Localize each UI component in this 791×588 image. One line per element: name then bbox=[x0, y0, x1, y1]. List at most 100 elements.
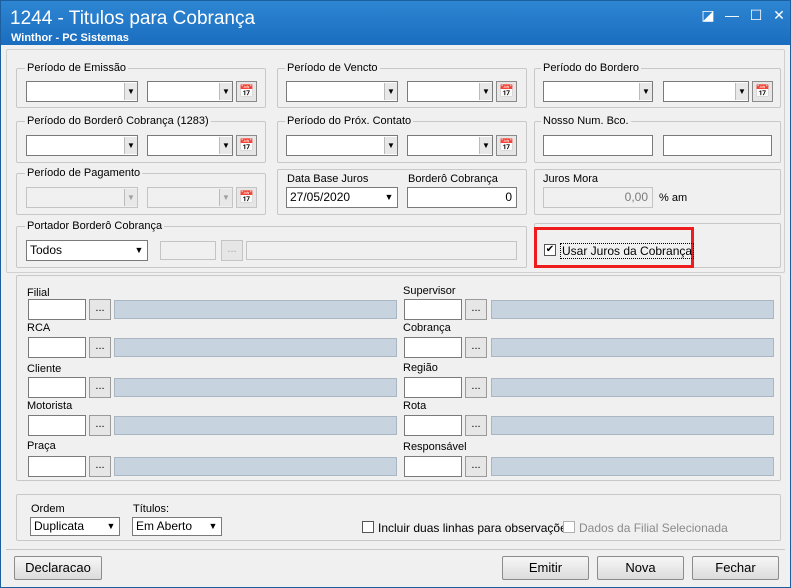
chevron-down-icon[interactable]: ▼ bbox=[639, 83, 652, 100]
chevron-down-icon[interactable]: ▼ bbox=[384, 137, 397, 154]
restore-icon[interactable]: ◪ bbox=[698, 7, 718, 23]
declaracao-button[interactable]: Declaracao bbox=[14, 556, 102, 580]
cliente-input[interactable] bbox=[28, 377, 86, 398]
chevron-down-icon[interactable]: ▼ bbox=[479, 83, 492, 100]
motorista-label: Motorista bbox=[27, 400, 73, 412]
rota-search-button[interactable]: ... bbox=[465, 415, 487, 436]
ordem-value: Duplicata bbox=[34, 519, 85, 533]
titulos-select[interactable]: Em Aberto ▼ bbox=[132, 517, 222, 536]
emissao-start-date[interactable]: ▼ bbox=[26, 81, 138, 102]
chevron-down-icon[interactable]: ▼ bbox=[131, 241, 147, 260]
rota-label: Rota bbox=[403, 400, 427, 412]
filial-input[interactable] bbox=[28, 299, 86, 320]
usar-juros-checkbox[interactable]: ✔ bbox=[544, 244, 556, 256]
nova-button[interactable]: Nova bbox=[597, 556, 684, 580]
chevron-down-icon[interactable]: ▼ bbox=[479, 137, 492, 154]
chevron-down-icon[interactable]: ▼ bbox=[219, 137, 232, 154]
incluir-duas-linhas-checkbox[interactable] bbox=[362, 521, 374, 533]
supervisor-search-button[interactable]: ... bbox=[465, 299, 487, 320]
filial-label: Filial bbox=[27, 287, 50, 299]
chevron-down-icon[interactable]: ▼ bbox=[103, 518, 119, 535]
cobranca-input[interactable] bbox=[404, 337, 462, 358]
fechar-button[interactable]: Fechar bbox=[692, 556, 779, 580]
maximize-icon[interactable]: ☐ bbox=[746, 7, 766, 23]
calendar-icon[interactable]: 📅 bbox=[752, 81, 773, 102]
regiao-search-button[interactable]: ... bbox=[465, 377, 487, 398]
supervisor-input[interactable] bbox=[404, 299, 462, 320]
portador-label: Portador Borderô Cobrança bbox=[25, 220, 165, 232]
periodo-vencto-label: Período de Vencto bbox=[285, 62, 380, 74]
chevron-down-icon[interactable]: ▼ bbox=[384, 83, 397, 100]
filial-desc-field bbox=[114, 300, 397, 319]
periodo-pagamento-label: Período de Pagamento bbox=[25, 167, 143, 179]
emitir-button[interactable]: Emitir bbox=[502, 556, 589, 580]
periodo-bordero-cobranca-label: Período do Borderô Cobrança (1283) bbox=[25, 115, 211, 127]
vencto-end-date[interactable]: ▼ bbox=[407, 81, 493, 102]
main-window: 1244 - Titulos para Cobrança Winthor - P… bbox=[0, 0, 791, 588]
cliente-search-button[interactable]: ... bbox=[89, 377, 111, 398]
vencto-start-date[interactable]: ▼ bbox=[286, 81, 398, 102]
titulos-label: Títulos: bbox=[133, 503, 170, 515]
calendar-icon: 📅 bbox=[236, 187, 257, 208]
bordero-cobranca-input[interactable]: 0 bbox=[407, 187, 517, 208]
responsavel-input[interactable] bbox=[404, 456, 462, 477]
motorista-input[interactable] bbox=[28, 415, 86, 436]
nosso-num-label: Nosso Num. Bco. bbox=[541, 115, 631, 127]
bordero-cobranca-start-date[interactable]: ▼ bbox=[26, 135, 138, 156]
responsavel-desc-field bbox=[491, 457, 774, 476]
titulos-value: Em Aberto bbox=[136, 519, 193, 533]
usar-juros-label[interactable]: Usar Juros da Cobrança bbox=[559, 243, 695, 259]
regiao-input[interactable] bbox=[404, 377, 462, 398]
calendar-icon[interactable]: 📅 bbox=[496, 81, 517, 102]
data-base-juros-label: Data Base Juros bbox=[287, 173, 369, 185]
chevron-down-icon[interactable]: ▼ bbox=[205, 518, 221, 535]
prox-contato-end-date[interactable]: ▼ bbox=[407, 135, 493, 156]
chevron-down-icon[interactable]: ▼ bbox=[124, 137, 137, 154]
chevron-down-icon: ▼ bbox=[124, 189, 137, 206]
portador-value: Todos bbox=[30, 243, 63, 257]
praca-label: Praça bbox=[27, 440, 56, 452]
pagamento-end-date: ▼ bbox=[147, 187, 233, 208]
juros-mora-label: Juros Mora bbox=[543, 173, 599, 185]
bordero-cobranca-end-date[interactable]: ▼ bbox=[147, 135, 233, 156]
cobranca-search-button[interactable]: ... bbox=[465, 337, 487, 358]
calendar-icon[interactable]: 📅 bbox=[496, 135, 517, 156]
responsavel-search-button[interactable]: ... bbox=[465, 456, 487, 477]
title-bar: 1244 - Titulos para Cobrança Winthor - P… bbox=[1, 1, 790, 45]
chevron-down-icon[interactable]: ▼ bbox=[735, 83, 748, 100]
emissao-end-date[interactable]: ▼ bbox=[147, 81, 233, 102]
calendar-icon[interactable]: 📅 bbox=[236, 81, 257, 102]
rca-search-button[interactable]: ... bbox=[89, 337, 111, 358]
window-title: 1244 - Titulos para Cobrança bbox=[10, 8, 256, 29]
data-base-juros-value: 27/05/2020 bbox=[290, 190, 351, 204]
bordero-end-date[interactable]: ▼ bbox=[663, 81, 749, 102]
nosso-num-start-input[interactable] bbox=[543, 135, 653, 156]
dados-filial-checkbox bbox=[563, 521, 575, 533]
praca-input[interactable] bbox=[28, 456, 86, 477]
periodo-emissao-label: Período de Emissão bbox=[25, 62, 129, 74]
bordero-start-date[interactable]: ▼ bbox=[543, 81, 653, 102]
responsavel-label: Responsável bbox=[403, 441, 467, 453]
chevron-down-icon[interactable]: ▼ bbox=[219, 83, 232, 100]
cobranca-label: Cobrança bbox=[403, 322, 451, 334]
close-icon[interactable]: ✕ bbox=[769, 7, 789, 23]
chevron-down-icon[interactable]: ▼ bbox=[381, 188, 397, 207]
motorista-search-button[interactable]: ... bbox=[89, 415, 111, 436]
regiao-label: Região bbox=[403, 362, 438, 374]
data-base-juros-input[interactable]: 27/05/2020 ▼ bbox=[286, 187, 398, 208]
chevron-down-icon[interactable]: ▼ bbox=[124, 83, 137, 100]
calendar-icon[interactable]: 📅 bbox=[236, 135, 257, 156]
filial-search-button[interactable]: ... bbox=[89, 299, 111, 320]
minimize-icon[interactable]: — bbox=[722, 7, 742, 23]
ordem-select[interactable]: Duplicata ▼ bbox=[30, 517, 120, 536]
motorista-desc-field bbox=[114, 416, 397, 435]
nosso-num-end-input[interactable] bbox=[663, 135, 772, 156]
prox-contato-start-date[interactable]: ▼ bbox=[286, 135, 398, 156]
rca-input[interactable] bbox=[28, 337, 86, 358]
supervisor-label: Supervisor bbox=[403, 285, 456, 297]
portador-select[interactable]: Todos ▼ bbox=[26, 240, 148, 261]
periodo-prox-contato-label: Período do Próx. Contato bbox=[285, 115, 414, 127]
praca-search-button[interactable]: ... bbox=[89, 456, 111, 477]
rota-input[interactable] bbox=[404, 415, 462, 436]
incluir-duas-linhas-label[interactable]: Incluir duas linhas para observações bbox=[378, 521, 573, 535]
